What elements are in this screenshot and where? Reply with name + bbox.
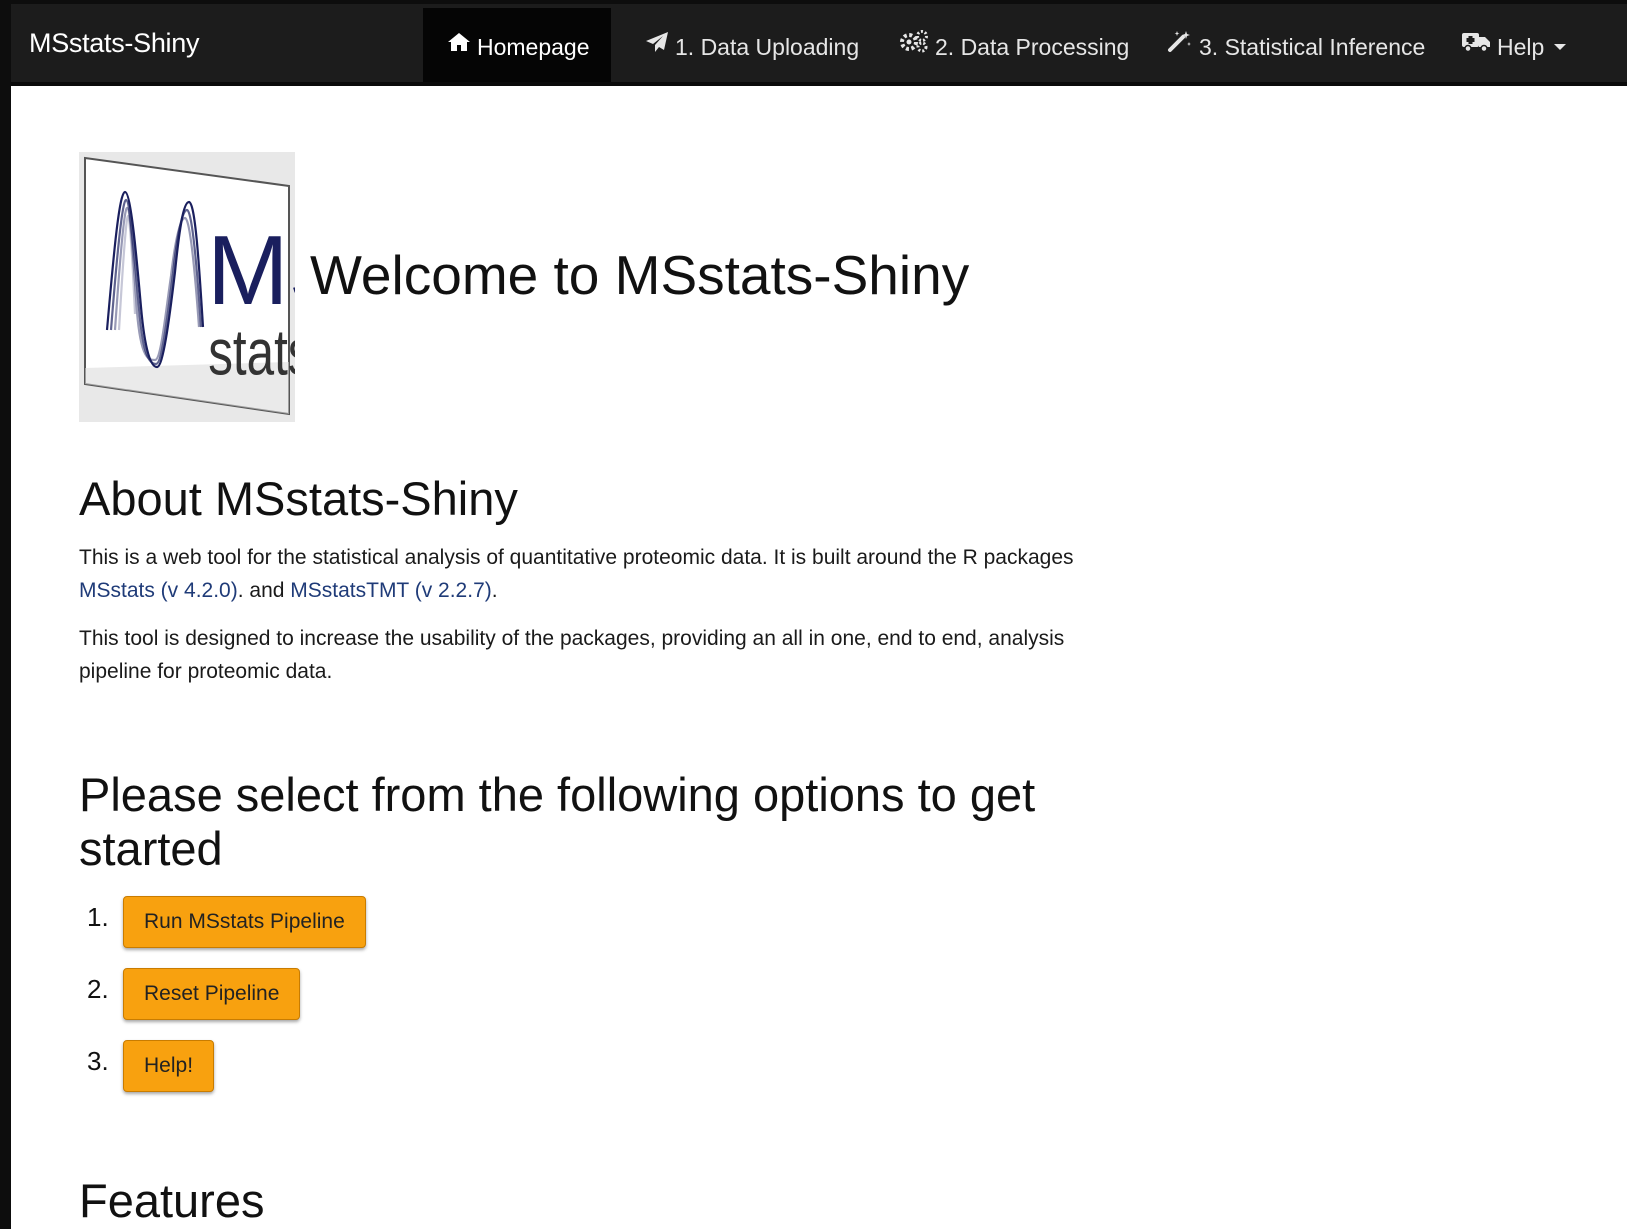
msstatstmt-link[interactable]: MSstatsTMT (v 2.2.7) (290, 579, 491, 602)
navbar-brand[interactable]: MSstats-Shiny (29, 4, 199, 82)
msstats-link[interactable]: MSstats (v 4.2.0) (79, 579, 238, 602)
tab-data-processing-label: 2. Data Processing (935, 33, 1130, 60)
logo-s-letter: MS (207, 215, 295, 325)
page-title: Welcome to MSstats-Shiny (310, 244, 970, 306)
tab-data-uploading[interactable]: 1. Data Uploading (621, 8, 883, 82)
gears-icon (899, 8, 929, 82)
ambulance-icon (1461, 8, 1491, 82)
tab-help-dropdown[interactable]: Help (1437, 8, 1590, 82)
msstats-logo: MS stats (79, 152, 354, 422)
tab-help-label: Help (1497, 33, 1545, 60)
features-heading: Features (79, 1174, 265, 1227)
about-heading: About MSstats-Shiny (79, 472, 518, 525)
options-heading: Please select from the following options… (79, 768, 1036, 875)
tab-statistical-inference-label: 3. Statistical Inference (1199, 33, 1426, 60)
about-text-2: . and (237, 579, 291, 602)
tab-data-processing[interactable]: 2. Data Processing (875, 8, 1153, 82)
about-text-1: This is a web tool for the statistical a… (79, 546, 1074, 569)
magic-wand-icon (1167, 8, 1193, 82)
option-number: 3. (87, 1046, 109, 1076)
logo-stats-text: stats (208, 317, 295, 389)
option-number: 2. (87, 974, 109, 1004)
option-number: 1. (87, 902, 109, 932)
run-msstats-pipeline-button[interactable]: Run MSstats Pipeline (123, 896, 366, 948)
about-paragraph-2: This tool is designed to increase the us… (79, 627, 1065, 683)
chevron-down-icon (1554, 43, 1567, 50)
reset-pipeline-button[interactable]: Reset Pipeline (123, 968, 301, 1020)
tab-data-uploading-label: 1. Data Uploading (675, 33, 860, 60)
help-button[interactable]: Help! (123, 1040, 215, 1092)
tab-homepage-label: Homepage (477, 33, 590, 60)
home-icon (447, 8, 471, 82)
about-text-3: . (491, 579, 498, 602)
tab-homepage[interactable]: Homepage (423, 8, 611, 82)
about-paragraph-1: This is a web tool for the statistical a… (79, 541, 1089, 607)
tab-statistical-inference[interactable]: 3. Statistical Inference (1143, 8, 1449, 82)
app-window: MSstats-Shiny Homepage 1. Data Uploading (0, 0, 1627, 1229)
top-navbar: MSstats-Shiny Homepage 1. Data Uploading (11, 4, 1627, 86)
paper-plane-icon (645, 8, 669, 82)
